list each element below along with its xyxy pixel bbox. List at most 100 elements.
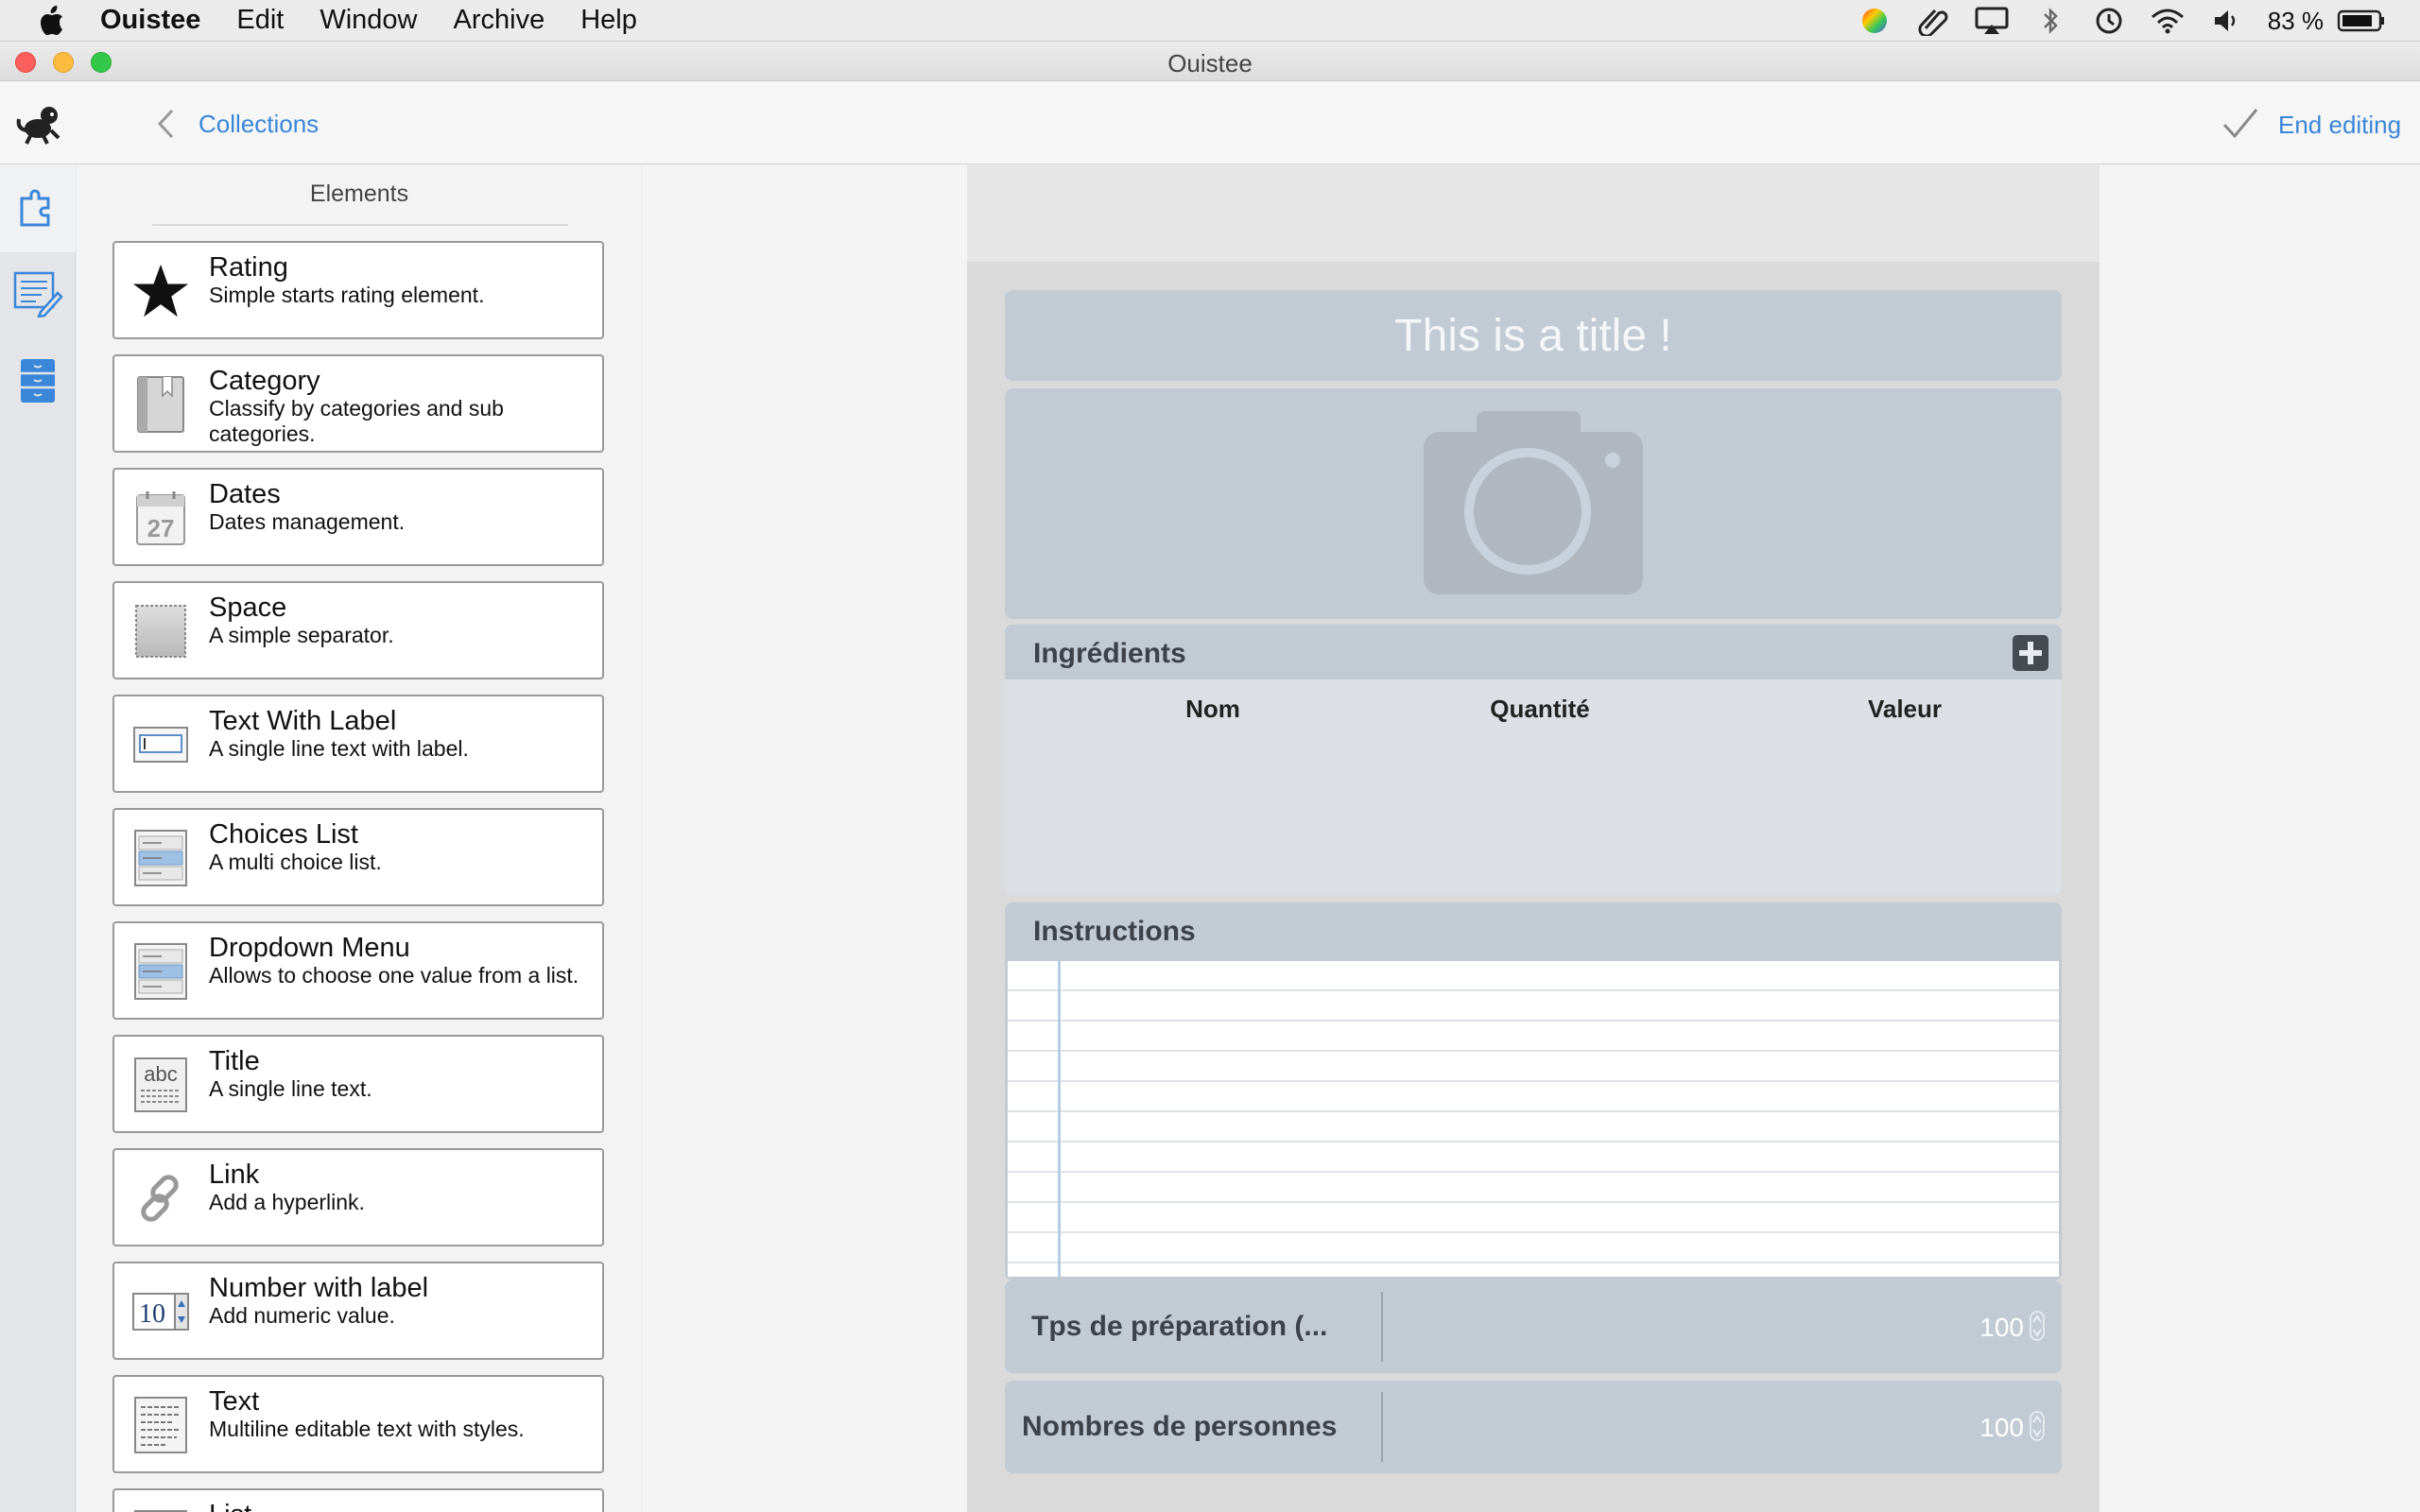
element-name: Space [209, 593, 287, 623]
page-top-strip [967, 165, 2100, 262]
element-card-category[interactable]: Category Classify by categories and sub … [112, 354, 604, 453]
element-description: Add numeric value. [209, 1303, 395, 1328]
collections-back-button[interactable]: Collections [199, 110, 319, 139]
element-description: A simple separator. [209, 623, 394, 647]
element-name: Text With Label [209, 706, 397, 736]
element-card-text-with-label[interactable]: Text With Label A single line text with … [112, 695, 604, 793]
form-title-text[interactable]: This is a title ! [1394, 310, 1671, 362]
element-description: Add a hyperlink. [209, 1190, 365, 1214]
element-card-title[interactable]: abc Title A single line text. [112, 1035, 604, 1133]
element-description: A single line text with label. [209, 736, 469, 761]
element-description: Simple starts rating element. [209, 283, 485, 307]
calendar-icon: 27 [131, 489, 190, 547]
star-icon [131, 262, 190, 320]
field-separator [1381, 1292, 1383, 1362]
field-label: Nombres de personnes [1022, 1411, 1338, 1442]
field-label: Tps de préparation (... [1031, 1311, 1328, 1342]
stepper-arrows-icon[interactable] [2030, 1311, 2045, 1341]
element-card-list[interactable]: List [112, 1488, 604, 1512]
element-card-text[interactable]: Text Multiline editable text with styles… [112, 1375, 604, 1473]
menu-edit[interactable]: Edit [236, 5, 284, 36]
stepper-arrows-icon[interactable] [2030, 1411, 2045, 1441]
elements-panel-title: Elements [309, 180, 409, 207]
number-field-people-count[interactable]: Nombres de personnes 100 [1005, 1381, 2062, 1473]
volume-icon[interactable] [2209, 6, 2243, 36]
title-icon-text: abc [144, 1062, 177, 1086]
bluetooth-icon[interactable] [2033, 6, 2067, 36]
window-title: Ouistee [1167, 49, 1253, 77]
paperclip-icon[interactable] [1916, 6, 1950, 36]
instructions-element[interactable]: Instructions [1005, 902, 2062, 1280]
sidebar-item-form[interactable] [0, 252, 76, 339]
add-row-plus-icon[interactable] [2012, 634, 2049, 672]
element-name: Category [209, 366, 320, 396]
menu-window[interactable]: Window [320, 5, 417, 36]
element-description: A multi choice list. [209, 850, 382, 874]
sidebar-item-elements[interactable] [0, 165, 76, 252]
element-name: Text [209, 1386, 260, 1417]
monkey-logo-icon[interactable] [13, 102, 64, 146]
element-card-number-with-label[interactable]: 10 Number with label Add numeric value. [112, 1262, 604, 1360]
element-description: A single line text. [209, 1076, 372, 1101]
puzzle-icon [16, 185, 60, 233]
ingredients-table-element[interactable]: Ingrédients Nom Quantité Valeur [1005, 625, 2062, 895]
element-card-dates[interactable]: 27 Dates Dates management. [112, 468, 604, 566]
elements-panel: Elements Rating Simple starts rating ele… [77, 165, 642, 1512]
choices-list-icon [131, 829, 190, 887]
instructions-title: Instructions [1033, 916, 1196, 947]
battery-percent: 83 % [2267, 6, 2324, 35]
menu-archive[interactable]: Archive [454, 5, 545, 36]
menu-app-name[interactable]: Ouistee [100, 5, 200, 36]
element-description: Multiline editable text with styles. [209, 1417, 525, 1441]
book-icon [131, 375, 190, 434]
column-header-nom[interactable]: Nom [1185, 695, 1240, 724]
element-card-link[interactable]: Link Add a hyperlink. [112, 1148, 604, 1246]
number-field-preparation-time[interactable]: Tps de préparation (... 100 [1005, 1280, 2062, 1373]
element-card-dropdown-menu[interactable]: Dropdown Menu Allows to choose one value… [112, 921, 604, 1020]
sidebar-icon-strip [0, 165, 76, 1512]
field-value[interactable]: 100 [1979, 1313, 2024, 1343]
apple-icon[interactable] [38, 5, 66, 36]
element-card-space[interactable]: Space A simple separator. [112, 581, 604, 679]
element-description: Dates management. [209, 509, 406, 534]
drawer-cabinet-icon [19, 357, 57, 409]
menu-help[interactable]: Help [580, 5, 637, 36]
checkmark-icon[interactable] [2221, 107, 2259, 141]
field-value[interactable]: 100 [1979, 1413, 2024, 1443]
text-field-icon [131, 715, 190, 774]
sidebar-item-drawers[interactable] [0, 339, 76, 426]
element-name: Choices List [209, 819, 358, 850]
element-name: Title [209, 1046, 260, 1076]
column-header-valeur[interactable]: Valeur [1868, 695, 1942, 724]
link-chain-icon [131, 1169, 190, 1228]
notepad-margin-line [1058, 961, 1061, 1277]
dropdown-icon [131, 942, 190, 1001]
form-page: This is a title ! Ingrédients Nom Quanti… [967, 165, 2100, 1512]
window-titlebar: Ouistee [0, 42, 2420, 81]
battery-icon[interactable] [2337, 6, 2386, 36]
field-separator [1381, 1392, 1383, 1462]
calendar-day-number: 27 [147, 514, 175, 542]
time-machine-icon[interactable] [2092, 6, 2126, 36]
airplay-icon[interactable] [1975, 6, 2009, 36]
instructions-header: Instructions [1005, 902, 2062, 959]
space-icon [131, 602, 190, 661]
element-name: Dropdown Menu [209, 933, 410, 963]
element-name: Rating [209, 252, 288, 283]
photo-element[interactable] [1005, 388, 2062, 619]
ingredients-header: Ingrédients [1005, 625, 2062, 679]
end-editing-button[interactable]: End editing [2278, 111, 2401, 140]
wifi-icon[interactable] [2151, 6, 2185, 36]
title-element[interactable]: This is a title ! [1005, 290, 2062, 381]
element-card-choices-list[interactable]: Choices List A multi choice list. [112, 808, 604, 906]
column-header-quantite[interactable]: Quantité [1490, 695, 1589, 724]
title-icon: abc [131, 1056, 190, 1114]
instructions-textarea[interactable] [1008, 961, 2059, 1277]
element-card-rating[interactable]: Rating Simple starts rating element. [112, 241, 604, 339]
chevron-left-icon[interactable] [155, 108, 176, 140]
ingredients-title: Ingrédients [1033, 638, 1186, 669]
camera-icon [1420, 405, 1647, 603]
form-edit-icon [12, 270, 63, 322]
stepper-value-text: 10 [139, 1299, 165, 1329]
color-wheel-icon[interactable] [1858, 6, 1892, 36]
